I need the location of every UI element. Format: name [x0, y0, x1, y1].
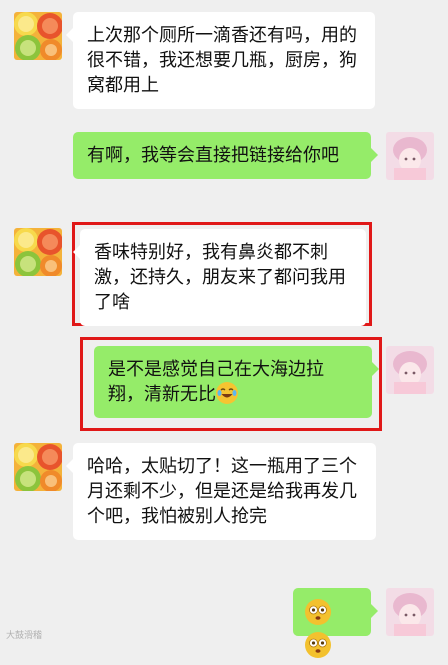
- fruit-avatar[interactable]: [14, 443, 62, 491]
- watermark-text: 大鼓滑稽: [6, 631, 43, 641]
- message-bubble[interactable]: 香味特别好，我有鼻炎都不刺激，还持久，朋友来了都问我用了啥: [73, 229, 366, 326]
- tears-of-joy-icon: [216, 382, 238, 404]
- heart-eyes-icon: [305, 599, 331, 625]
- heart-eyes-icon: [305, 632, 331, 658]
- message-text: 有啊，我等会直接把链接给你吧: [87, 145, 339, 166]
- message-bubble[interactable]: 是不是感觉自己在大海边拉翔，清新无比: [94, 346, 379, 418]
- girl-avatar[interactable]: [386, 346, 434, 394]
- watermark: 大鼓滑稽: [6, 628, 42, 641]
- message-bubble[interactable]: [293, 588, 378, 658]
- fruit-avatar[interactable]: [14, 12, 62, 60]
- message-bubble[interactable]: 哈哈，太贴切了！这一瓶用了三个月还剩不少，但是还是给我再发几个吧，我怕被别人抢完: [66, 443, 376, 540]
- message-bubble[interactable]: 上次那个厕所一滴香还有吗，用的很不错，我还想要几瓶，厨房，狗窝都用上: [66, 12, 375, 109]
- message-text: 上次那个厕所一滴香还有吗，用的很不错，我还想要几瓶，厨房，狗窝都用上: [87, 25, 357, 96]
- message-text: 香味特别好，我有鼻炎都不刺激，还持久，朋友来了都问我用了啥: [94, 242, 346, 313]
- girl-avatar[interactable]: [386, 588, 434, 636]
- message-text: 哈哈，太贴切了！这一瓶用了三个月还剩不少，但是还是给我再发几个吧，我怕被别人抢完: [87, 456, 357, 527]
- girl-avatar[interactable]: [386, 132, 434, 180]
- fruit-avatar[interactable]: [14, 228, 62, 276]
- message-bubble[interactable]: 有啊，我等会直接把链接给你吧: [73, 132, 378, 179]
